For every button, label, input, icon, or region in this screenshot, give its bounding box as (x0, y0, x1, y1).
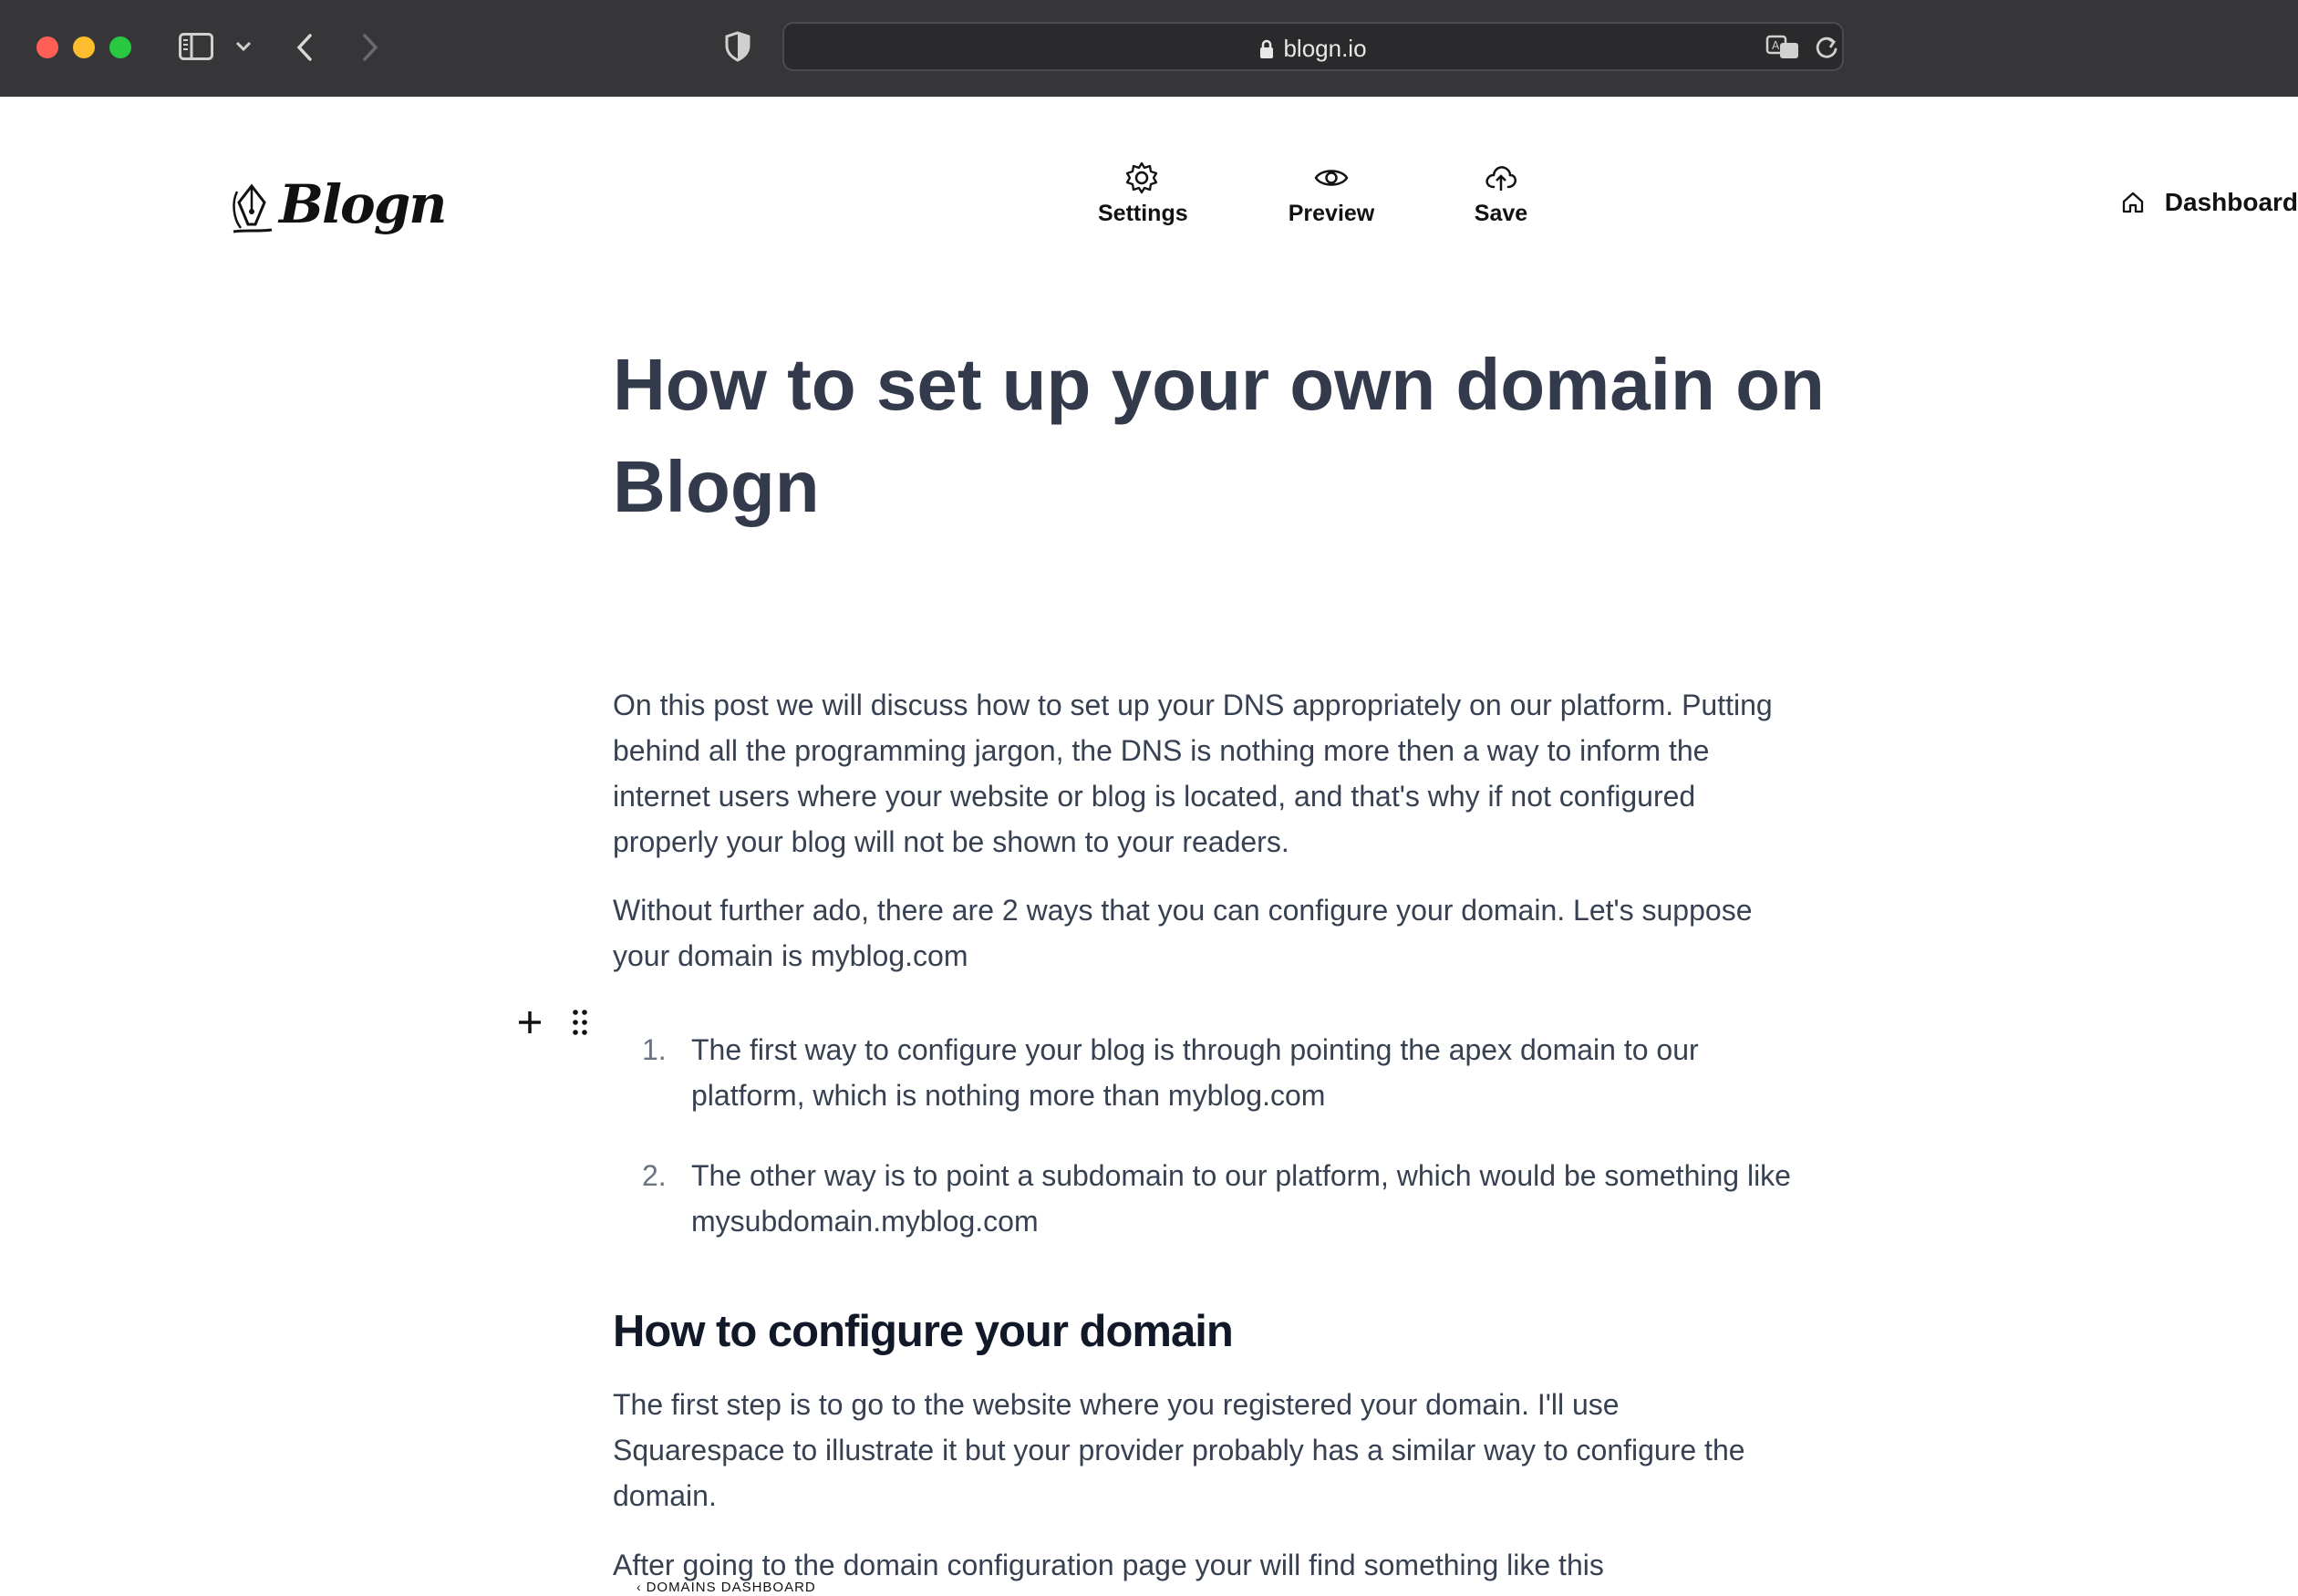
pen-nib-icon (228, 182, 275, 242)
dashboard-link[interactable]: Dashboard (2121, 188, 2298, 217)
gear-icon (1098, 161, 1185, 195)
zoom-window-button[interactable] (109, 36, 131, 58)
list-item[interactable]: 2. The other way is to point a subdomain… (613, 1153, 1817, 1244)
chevron-down-icon[interactable] (235, 40, 252, 57)
plus-icon[interactable] (516, 1009, 543, 1041)
list-number: 2. (642, 1159, 667, 1192)
blogn-editor-page: Blogn Settings Preview Save Dashboard Ho… (0, 97, 2298, 1596)
close-window-button[interactable] (36, 36, 58, 58)
minimize-window-button[interactable] (73, 36, 95, 58)
shield-icon[interactable] (724, 31, 751, 67)
preview-label: Preview (1288, 201, 1375, 226)
translate-icon[interactable]: A (1765, 35, 1800, 65)
back-icon[interactable] (295, 33, 314, 67)
preview-button[interactable]: Preview (1288, 161, 1375, 227)
svg-text:A: A (1772, 39, 1780, 52)
cloud-upload-icon (1466, 161, 1536, 195)
list-item[interactable]: 1. The first way to configure your blog … (613, 1027, 1817, 1118)
address-bar[interactable]: blogn.io A (782, 22, 1844, 71)
dashboard-label: Dashboard (2164, 188, 2298, 216)
url-text: blogn.io (1283, 35, 1367, 62)
reload-icon[interactable] (1815, 35, 1838, 65)
logo-text: Blogn (279, 173, 447, 235)
eye-icon (1288, 161, 1375, 195)
paragraph[interactable]: Without further ado, there are 2 ways th… (613, 887, 1789, 979)
lock-icon (1259, 37, 1274, 66)
forward-icon[interactable] (361, 33, 379, 67)
home-icon (2121, 188, 2165, 216)
settings-button[interactable]: Settings (1098, 161, 1188, 227)
breadcrumb-text: DOMAINS DASHBOARD (646, 1580, 816, 1595)
image-breadcrumb: ‹ DOMAINS DASHBOARD (637, 1580, 816, 1595)
ordered-list[interactable]: 1. The first way to configure your blog … (613, 1027, 1817, 1244)
list-number: 1. (642, 1033, 667, 1066)
paragraph[interactable]: On this post we will discuss how to set … (613, 682, 1789, 865)
save-label: Save (1474, 201, 1528, 226)
browser-toolbar: blogn.io A (0, 0, 2298, 98)
post-title[interactable]: How to set up your own domain on Blogn (613, 334, 1853, 538)
save-button[interactable]: Save (1466, 161, 1536, 227)
section-heading[interactable]: How to configure your domain (613, 1306, 1234, 1357)
paragraph[interactable]: The first step is to go to the website w… (613, 1382, 1789, 1518)
chevron-left-icon: ‹ (637, 1580, 647, 1594)
drag-handle-icon[interactable] (571, 1009, 589, 1041)
list-item-text: The first way to configure your blog is … (691, 1033, 1699, 1112)
settings-label: Settings (1098, 201, 1188, 226)
list-item-text: The other way is to point a subdomain to… (691, 1159, 1791, 1238)
sidebar-icon[interactable] (179, 33, 213, 65)
